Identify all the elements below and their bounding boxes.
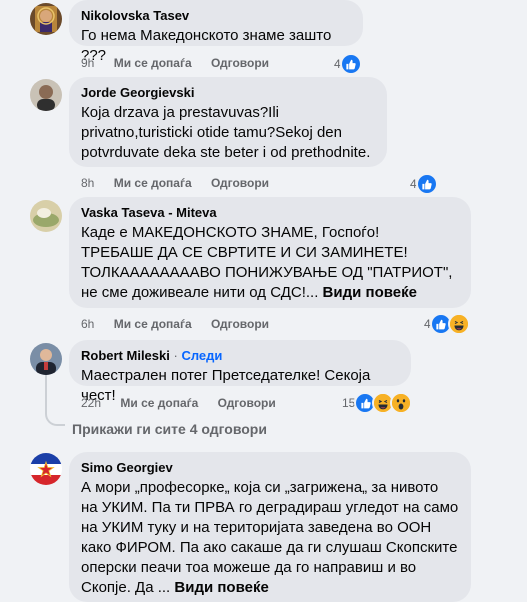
comment-author[interactable]: Robert Mileski [81,348,170,363]
reaction-summary[interactable]: 4 [424,313,470,335]
like-button[interactable]: Ми се допаѓа [114,317,192,331]
haha-icon [447,313,470,335]
like-button[interactable]: Ми се допаѓа [120,396,198,410]
comment-text: А мори „професорке„ која си „загрижена„ … [81,479,459,596]
like-icon [339,53,362,75]
reaction-summary[interactable]: 4 [334,53,362,75]
comment-bubble: Vaska Taseva - Miteva Каде е МАКЕДОНСКОТ… [69,197,471,308]
wow-icon [390,392,413,414]
avatar-robert-mileski[interactable] [30,343,62,375]
reaction-summary[interactable]: 4 [410,173,438,195]
avatar-vaska-taseva-miteva[interactable] [30,200,62,232]
avatar-jorde-georgievski[interactable] [30,79,62,111]
comment-time[interactable]: 6h [81,317,94,331]
comment-text: Каде е МАКЕДОНСКОТО ЗНАМЕ, Госпоѓо! ТРЕБ… [81,224,453,301]
reaction-count: 15 [342,396,356,410]
comment-actions: 6h Ми се допаѓа Одговори [81,316,285,332]
comment-time[interactable]: 8h [81,176,94,190]
like-button[interactable]: Ми се допаѓа [114,176,192,190]
comment-author-line: Robert Mileski · Следи [81,348,399,364]
comment-time[interactable]: 9h [81,56,94,70]
like-icon [415,173,438,195]
reply-button[interactable]: Одговори [211,317,269,331]
comment-actions: 22h Ми се допаѓа Одговори [81,395,292,411]
reply-thread-line [45,372,65,426]
see-more-link[interactable]: Види повеќе [174,579,268,596]
avatar-nikolovska-tasev[interactable] [30,3,62,35]
comment-time[interactable]: 22h [81,396,101,410]
comment-author[interactable]: Vaska Taseva - Miteva [81,205,459,221]
follow-button[interactable]: Следи [181,348,222,363]
reply-button[interactable]: Одговори [218,396,276,410]
reaction-summary[interactable]: 15 [342,392,413,414]
avatar-simo-georgiev[interactable] [30,453,62,485]
comment-bubble: Simo Georgiev А мори „професорке„ која с… [69,452,471,602]
comment-actions: 9h Ми се допаѓа Одговори [81,55,285,71]
reply-button[interactable]: Одговори [211,56,269,70]
see-more-link[interactable]: Види повеќе [323,284,417,301]
show-all-replies-link[interactable]: Прикажи ги сите 4 одговори [72,421,267,437]
comment-actions: 8h Ми се допаѓа Одговори [81,175,285,191]
comment-author[interactable]: Nikolovska Tasev [81,8,351,24]
comment-author[interactable]: Simo Georgiev [81,460,459,476]
reply-button[interactable]: Одговори [211,176,269,190]
separator-dot: · [173,348,178,363]
comment-bubble: Nikolovska Tasev Го нема Македонското зн… [69,0,363,64]
comment-bubble: Jorde Georgievski Која drzava ja prestav… [69,77,387,167]
like-button[interactable]: Ми се допаѓа [114,56,192,70]
comment-text: Која drzava ja prestavuvas?Ili privatno,… [81,104,371,161]
comment-bubble: Robert Mileski · Следи Маестрален потег … [69,340,411,404]
comment-author[interactable]: Jorde Georgievski [81,85,375,101]
